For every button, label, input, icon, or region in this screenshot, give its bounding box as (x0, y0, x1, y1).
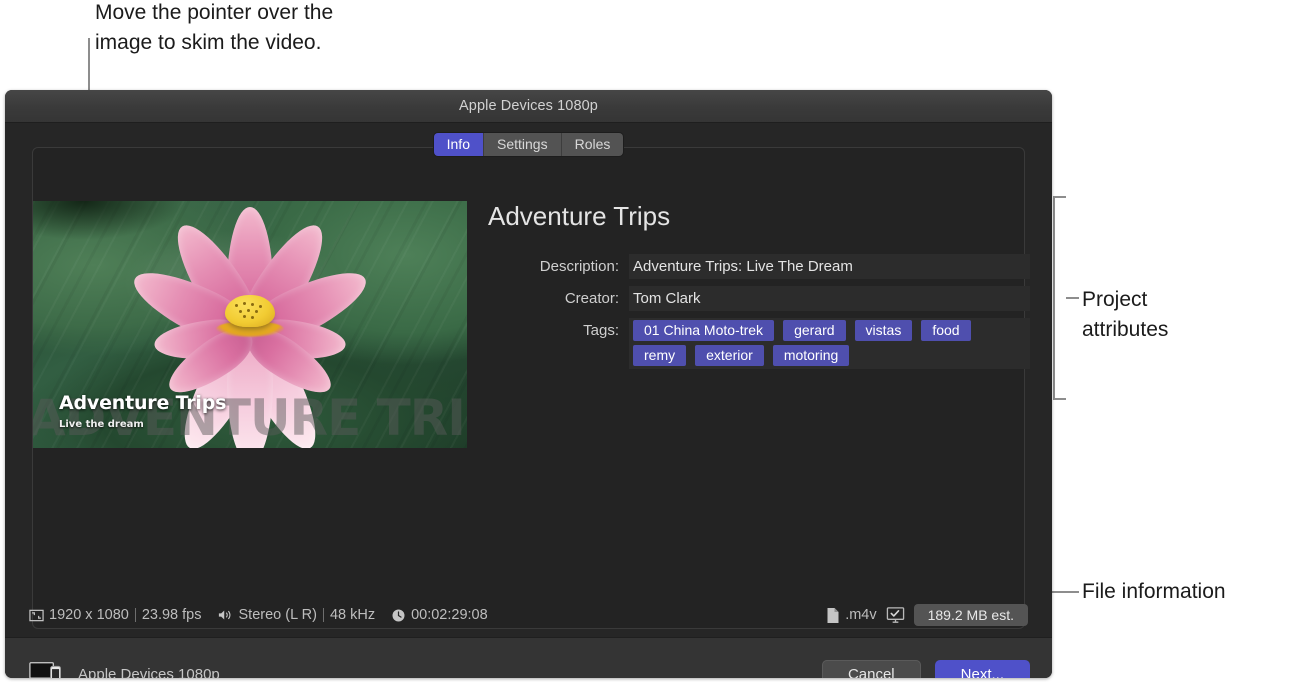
tag-token[interactable]: remy (633, 345, 687, 366)
audio-group: Stereo (L R) (218, 607, 317, 623)
creator-label: Creator: (564, 290, 619, 307)
field-row-tags: Tags: 01 China Moto-trek gerard vistas f… (485, 318, 1030, 369)
window-body: Info Settings Roles ADVENTURE TRI Advent… (5, 123, 1052, 637)
display-check-icon (886, 606, 905, 624)
tab-info[interactable]: Info (433, 133, 484, 156)
duration-group: 00:02:29:08 (391, 607, 488, 623)
video-thumbnail-preview[interactable]: ADVENTURE TRIPS Adventure Trips Live the… (33, 201, 467, 448)
file-information-bar: 1920 x 1080 23.98 fps Stereo (L R) 48 kH… (5, 593, 1052, 637)
description-label: Description: (539, 258, 619, 275)
file-extension-value: .m4v (845, 607, 877, 623)
callout-skim-instruction: Move the pointer over the image to skim … (95, 1, 334, 54)
action-bar: Apple Devices 1080p Cancel Next... (5, 637, 1052, 678)
divider (134, 608, 136, 622)
audio-channels-value: Stereo (L R) (238, 607, 317, 623)
speaker-icon (218, 608, 234, 622)
share-destination-window: Apple Devices 1080p Info Settings Roles (5, 90, 1052, 678)
sample-rate-value: 48 kHz (329, 607, 376, 623)
project-title: Adventure Trips (488, 201, 671, 231)
tag-token[interactable]: vistas (854, 320, 913, 341)
tab-roles[interactable]: Roles (561, 133, 624, 156)
window-title: Apple Devices 1080p (459, 98, 598, 114)
tags-label: Tags: (583, 322, 619, 339)
project-attributes-fields: Adventure Trips Description: Adventure T… (485, 201, 1030, 376)
creator-input[interactable]: Tom Clark (629, 286, 1030, 311)
thumbnail-overlay-title: Adventure Trips (59, 392, 227, 414)
file-extension-group: .m4v (826, 607, 877, 624)
description-input[interactable]: Adventure Trips: Live The Dream (629, 254, 1030, 279)
seed-pod (225, 294, 275, 327)
tag-token[interactable]: exterior (695, 345, 764, 366)
callout-project-attributes: Project attributes (1082, 288, 1169, 341)
thumbnail-overlay-subtitle: Live the dream (59, 419, 144, 430)
divider (322, 608, 324, 622)
tab-bar: Info Settings Roles (5, 133, 1052, 156)
cancel-button[interactable]: Cancel (821, 660, 921, 678)
tag-token[interactable]: 01 China Moto-trek (633, 320, 775, 341)
tab-settings[interactable]: Settings (483, 133, 562, 156)
segmented-control: Info Settings Roles (433, 133, 624, 156)
resolution-value: 1920 x 1080 (49, 607, 129, 623)
file-info-right-group: .m4v 189.2 MB est. (826, 604, 1028, 626)
destination-name: Apple Devices 1080p (78, 666, 220, 678)
field-row-description: Description: Adventure Trips: Live The D… (485, 254, 1030, 279)
tags-input[interactable]: 01 China Moto-trek gerard vistas food re… (629, 318, 1030, 369)
estimated-size-badge: 189.2 MB est. (913, 604, 1028, 626)
leader-line-file-information (1051, 591, 1079, 593)
bracket-project-attributes (1053, 196, 1066, 400)
clock-icon (391, 608, 406, 623)
file-info-left-group: 1920 x 1080 23.98 fps Stereo (L R) 48 kH… (29, 607, 488, 623)
bracket-project-attributes-tick (1066, 297, 1079, 299)
devices-icon (29, 661, 65, 678)
action-buttons: Cancel Next... (821, 660, 1030, 678)
callout-file-information: File information (1082, 580, 1226, 603)
window-title-bar[interactable]: Apple Devices 1080p (5, 90, 1052, 123)
tag-token[interactable]: gerard (783, 320, 846, 341)
next-button[interactable]: Next... (934, 660, 1030, 678)
resolution-group: 1920 x 1080 (29, 607, 129, 623)
tag-token[interactable]: food (921, 320, 971, 341)
frame-rate-value: 23.98 fps (141, 607, 202, 623)
duration-value: 00:02:29:08 (411, 607, 488, 623)
document-icon (826, 607, 840, 624)
field-row-creator: Creator: Tom Clark (485, 286, 1030, 311)
tag-token[interactable]: motoring (772, 345, 850, 366)
frame-size-icon (29, 608, 44, 623)
